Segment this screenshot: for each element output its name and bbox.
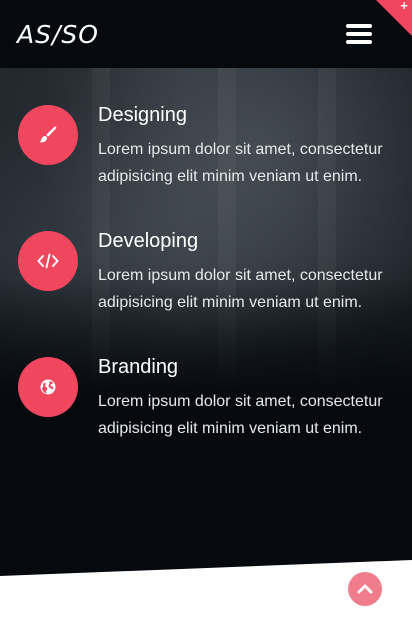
service-description: Lorem ipsum dolor sit amet, consectetur … — [98, 393, 383, 437]
menu-bar — [346, 40, 372, 44]
service-item-branding: Branding Lorem ipsum dolor sit amet, con… — [0, 356, 412, 467]
service-title: Developing — [98, 230, 199, 252]
hamburger-menu-icon[interactable] — [346, 24, 372, 44]
plus-icon: + — [400, 0, 408, 13]
site-header: AS/SO — [0, 0, 412, 68]
service-description: Lorem ipsum dolor sit amet, consectetur … — [98, 267, 383, 311]
service-title: Branding — [98, 356, 179, 378]
code-icon — [18, 231, 78, 291]
site-logo[interactable]: AS/SO — [17, 19, 99, 51]
service-item-developing: Developing Lorem ipsum dolor sit amet, c… — [0, 230, 412, 341]
service-description: Lorem ipsum dolor sit amet, consectetur … — [98, 141, 383, 185]
paint-brush-icon — [18, 105, 78, 165]
back-to-top-button[interactable] — [348, 572, 382, 606]
service-item-designing: Designing Lorem ipsum dolor sit amet, co… — [0, 104, 412, 215]
globe-icon — [18, 357, 78, 417]
chevron-up-icon — [357, 584, 373, 594]
menu-bar — [346, 32, 372, 36]
menu-bar — [346, 24, 372, 28]
service-title: Designing — [98, 104, 187, 126]
